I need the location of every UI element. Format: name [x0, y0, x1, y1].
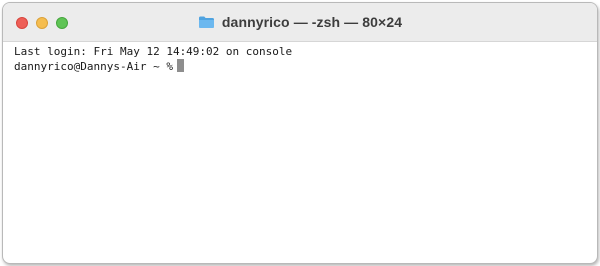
- shell-prompt: dannyrico@Dannys-Air ~ %: [14, 60, 173, 73]
- title-bar[interactable]: dannyrico — -zsh — 80×24: [3, 3, 597, 42]
- prompt-line[interactable]: dannyrico@Dannys-Air ~ %: [14, 59, 589, 74]
- last-login-line: Last login: Fri May 12 14:49:02 on conso…: [14, 45, 293, 58]
- folder-icon: [198, 15, 215, 29]
- window-title: dannyrico — -zsh — 80×24: [221, 14, 403, 30]
- window-title-group: dannyrico — -zsh — 80×24: [3, 3, 597, 41]
- terminal-window: dannyrico — -zsh — 80×24 Last login: Fri…: [2, 2, 598, 264]
- terminal-output[interactable]: Last login: Fri May 12 14:49:02 on conso…: [14, 44, 589, 257]
- text-cursor: [176, 59, 184, 72]
